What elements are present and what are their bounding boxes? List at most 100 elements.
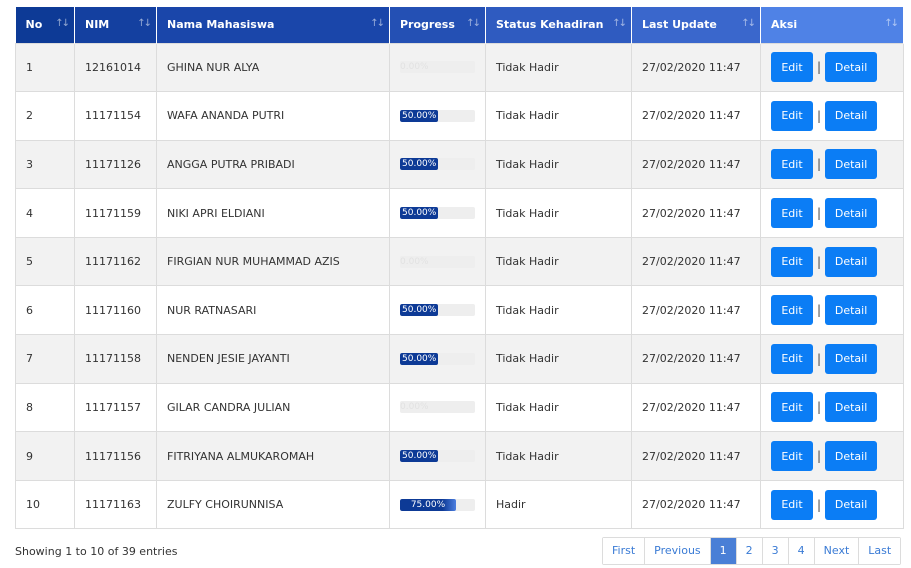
actions-cell: Edit | Detail <box>760 188 904 238</box>
progress-bar: 50.00% <box>400 304 475 317</box>
page-link-previous[interactable]: Previous <box>644 538 710 564</box>
sort-icon[interactable]: ↑↓ <box>741 18 756 29</box>
student-name: ANGGA PUTRA PRIBADI <box>156 139 390 190</box>
detail-button[interactable]: Detail <box>825 52 878 83</box>
student-name: NIKI APRI ELDIANI <box>156 188 390 238</box>
progress-bar: 50.00% <box>400 207 475 220</box>
students-table: No ↑↓ NIM ↑↓ Nama Mahasiswa ↑↓ Progress ↑↓ Statu… <box>15 7 904 530</box>
page-link-1[interactable]: 1 <box>709 538 736 564</box>
action-separator: | <box>817 206 822 221</box>
edit-button[interactable]: Edit <box>771 246 813 277</box>
table-row: 8 11171157 GILAR CANDRA JULIAN 0.00% Tidak H… <box>15 382 904 433</box>
table-row: 9 11171156 FITRIYANA ALMUKAROMAH 50.00% Tida… <box>15 431 904 481</box>
student-nim: 11171163 <box>74 479 157 530</box>
sort-icon[interactable]: ↑↓ <box>137 18 152 29</box>
detail-button[interactable]: Detail <box>825 198 878 229</box>
progress-label: 50.00% <box>402 208 437 219</box>
detail-button[interactable]: Detail <box>825 246 878 277</box>
student-name: NUR RATNASARI <box>156 285 390 336</box>
page-link-next[interactable]: Next <box>813 538 859 564</box>
column-header-label: Status Kehadiran <box>496 18 604 32</box>
column-header-progress[interactable]: Progress ↑↓ <box>389 7 486 43</box>
sort-icon[interactable]: ↑↓ <box>55 18 70 29</box>
action-separator: | <box>817 497 822 512</box>
row-actions: Edit | Detail <box>771 441 903 472</box>
progress-label: 75.00% <box>410 499 446 510</box>
attendance-status: Tidak Hadir <box>485 42 632 93</box>
row-number: 1 <box>15 42 75 93</box>
column-header-label: Progress <box>400 18 455 32</box>
edit-button[interactable]: Edit <box>771 100 813 131</box>
column-header-label: NIM <box>85 18 110 32</box>
progress-bar: 0.00% <box>400 255 475 268</box>
row-actions: Edit | Detail <box>771 52 903 83</box>
page-link-2[interactable]: 2 <box>735 538 762 564</box>
table-row: 2 11171154 WAFA ANANDA PUTRI 50.00% Tidak Ha… <box>15 91 904 141</box>
edit-button[interactable]: Edit <box>771 441 813 472</box>
page-link-first[interactable]: First <box>603 538 645 564</box>
actions-cell: Edit | Detail <box>760 285 904 336</box>
progress-cell: 50.00% <box>389 139 486 190</box>
edit-button[interactable]: Edit <box>771 392 813 423</box>
row-number: 7 <box>15 334 75 384</box>
table-row: 5 11171162 FIRGIAN NUR MUHAMMAD AZIS 0.00% T… <box>15 236 904 287</box>
edit-button[interactable]: Edit <box>771 295 813 326</box>
action-separator: | <box>817 400 822 415</box>
detail-button[interactable]: Detail <box>825 392 878 423</box>
row-actions: Edit | Detail <box>771 198 903 229</box>
action-separator: | <box>817 157 822 172</box>
table-row: 7 11171158 NENDEN JESIE JAYANTI 50.00% Tidak… <box>15 334 904 384</box>
last-update: 27/02/2020 11:47 <box>631 479 761 530</box>
pagination: First Previous 1 2 3 4 Next Last <box>602 537 902 565</box>
table-row: 10 11171163 ZULFY CHOIRUNNISA 75.00% Hadir 27… <box>15 479 904 530</box>
actions-cell: Edit | Detail <box>760 139 904 190</box>
student-name: NENDEN JESIE JAYANTI <box>156 334 390 384</box>
action-separator: | <box>817 254 822 269</box>
sort-icon[interactable]: ↑↓ <box>884 18 899 29</box>
detail-button[interactable]: Detail <box>825 149 878 180</box>
edit-button[interactable]: Edit <box>771 149 813 180</box>
actions-cell: Edit | Detail <box>760 479 904 530</box>
student-name: GHINA NUR ALYA <box>156 42 390 93</box>
detail-button[interactable]: Detail <box>825 441 878 472</box>
progress-bar: 50.00% <box>400 352 475 365</box>
row-number: 8 <box>15 382 75 433</box>
sort-icon[interactable]: ↑↓ <box>370 18 385 29</box>
student-nim: 11171154 <box>74 91 157 141</box>
sort-icon[interactable]: ↑↓ <box>466 18 481 29</box>
detail-button[interactable]: Detail <box>825 489 878 520</box>
edit-button[interactable]: Edit <box>771 198 813 229</box>
table-row: 6 11171160 NUR RATNASARI 50.00% Tidak Hadir 2… <box>15 285 904 336</box>
edit-button[interactable]: Edit <box>771 52 813 83</box>
column-header-nim[interactable]: NIM ↑↓ <box>74 7 157 43</box>
progress-cell: 50.00% <box>389 334 486 384</box>
edit-button[interactable]: Edit <box>771 489 813 520</box>
column-header-aksi[interactable]: Aksi ↑↓ <box>760 7 904 43</box>
row-number: 4 <box>15 188 75 238</box>
student-name: ZULFY CHOIRUNNISA <box>156 479 390 530</box>
student-name: FITRIYANA ALMUKAROMAH <box>156 431 390 481</box>
entries-info: Showing 1 to 10 of 39 entries <box>15 545 178 558</box>
column-header-last-update[interactable]: Last Update ↑↓ <box>631 7 761 43</box>
column-header-no[interactable]: No ↑↓ <box>15 7 75 43</box>
sort-icon[interactable]: ↑↓ <box>612 18 627 29</box>
detail-button[interactable]: Detail <box>825 100 878 131</box>
last-update: 27/02/2020 11:47 <box>631 91 761 141</box>
last-update: 27/02/2020 11:47 <box>631 188 761 238</box>
action-separator: | <box>817 108 822 123</box>
row-actions: Edit | Detail <box>771 149 903 180</box>
column-header-status-kehadiran[interactable]: Status Kehadiran ↑↓ <box>485 7 632 43</box>
page-link-3[interactable]: 3 <box>761 538 788 564</box>
student-name: WAFA ANANDA PUTRI <box>156 91 390 141</box>
page-link-4[interactable]: 4 <box>787 538 814 564</box>
page-link-last[interactable]: Last <box>858 538 901 564</box>
column-header-nama-mahasiswa[interactable]: Nama Mahasiswa ↑↓ <box>156 7 390 43</box>
progress-cell: 50.00% <box>389 285 486 336</box>
actions-cell: Edit | Detail <box>760 236 904 287</box>
progress-bar: 0.00% <box>400 61 475 74</box>
row-number: 5 <box>15 236 75 287</box>
edit-button[interactable]: Edit <box>771 343 813 374</box>
row-number: 6 <box>15 285 75 336</box>
detail-button[interactable]: Detail <box>825 343 878 374</box>
detail-button[interactable]: Detail <box>825 295 878 326</box>
